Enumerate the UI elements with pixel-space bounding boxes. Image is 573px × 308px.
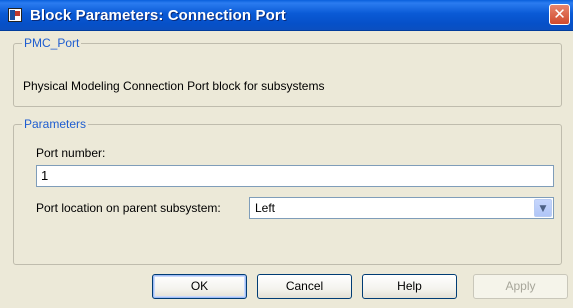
apply-button[interactable]: Apply xyxy=(473,274,568,299)
title-bar[interactable]: Block Parameters: Connection Port ✕ xyxy=(0,0,573,31)
window-title: Block Parameters: Connection Port xyxy=(30,7,286,24)
block-description-text: Physical Modeling Connection Port block … xyxy=(23,79,325,93)
group-legend-pmc-port: PMC_Port xyxy=(22,36,82,50)
block-description-group: PMC_Port xyxy=(13,36,562,107)
port-location-value: Left xyxy=(255,201,276,215)
help-button[interactable]: Help xyxy=(362,274,457,299)
cancel-button[interactable]: Cancel xyxy=(257,274,352,299)
port-location-label: Port location on parent subsystem: xyxy=(36,201,221,215)
chevron-down-icon[interactable]: ▼ xyxy=(534,199,552,217)
close-button[interactable]: ✕ xyxy=(549,4,570,25)
port-number-label: Port number: xyxy=(36,146,106,160)
group-legend-parameters: Parameters xyxy=(22,117,89,131)
ok-button[interactable]: OK xyxy=(152,274,247,299)
simulink-block-icon xyxy=(8,8,22,22)
port-location-dropdown[interactable]: Left ▼ xyxy=(249,197,554,219)
port-number-input[interactable]: 1 xyxy=(36,165,554,187)
